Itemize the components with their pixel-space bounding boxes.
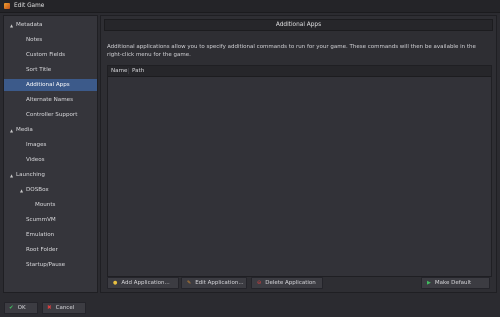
sidebar-item-images[interactable]: Images: [26, 139, 46, 151]
button-label: OK: [17, 305, 26, 311]
title-bar: Edit Game: [0, 0, 500, 13]
column-header-name[interactable]: Name: [108, 68, 129, 74]
sidebar-item-label: Controller Support: [26, 112, 78, 118]
delete-icon: ⊖: [257, 280, 262, 286]
sidebar-item-notes[interactable]: Notes: [26, 34, 42, 46]
apps-table[interactable]: Name Path: [107, 65, 492, 277]
expand-triangle-icon[interactable]: ▲: [7, 173, 16, 178]
description-text: Additional applications allow you to spe…: [107, 44, 476, 58]
section-header: Additional Apps: [104, 19, 493, 31]
make-default-button[interactable]: ▶ Make Default: [421, 277, 490, 289]
sidebar-item-scummvm[interactable]: ScummVM: [26, 214, 56, 226]
sidebar-item-label: Launching: [16, 172, 45, 178]
window-title: Edit Game: [14, 3, 45, 9]
sidebar-item-label: Alternate Names: [26, 97, 74, 103]
expand-triangle-icon[interactable]: ▲: [7, 23, 16, 28]
sidebar-item-label: Mounts: [35, 202, 56, 208]
button-label: Cancel: [55, 305, 75, 311]
sidebar-item-alternate-names[interactable]: Alternate Names: [26, 94, 73, 106]
sidebar-item-mounts[interactable]: Mounts: [35, 199, 55, 211]
close-icon: ✖: [47, 305, 52, 311]
additional-apps-panel: Additional Apps Additional applications …: [100, 15, 497, 293]
sidebar-item-controller-support[interactable]: Controller Support: [26, 109, 77, 121]
button-label: Add Application...: [121, 280, 170, 286]
sidebar-item-custom-fields[interactable]: Custom Fields: [26, 49, 65, 61]
sidebar-item-startup-pause[interactable]: Startup/Pause: [26, 259, 65, 271]
sidebar-item-label: DOSBox: [26, 187, 49, 193]
section-title: Additional Apps: [275, 22, 322, 28]
expand-triangle-icon[interactable]: ▲: [7, 128, 16, 133]
button-label: Edit Application...: [195, 280, 244, 286]
sidebar-item-metadata[interactable]: ▲ Metadata: [7, 19, 43, 31]
sidebar-item-launching[interactable]: ▲ Launching: [7, 169, 45, 181]
cancel-button[interactable]: ✖ Cancel: [42, 302, 86, 314]
sidebar-item-label: Custom Fields: [26, 52, 66, 58]
sidebar-item-videos[interactable]: Videos: [26, 154, 45, 166]
add-icon: ●: [113, 280, 118, 286]
sidebar-item-label: Metadata: [16, 22, 43, 28]
button-label: Delete Application: [265, 280, 316, 286]
sidebar-item-label: Startup/Pause: [26, 262, 66, 268]
sidebar-item-label: Videos: [26, 157, 45, 163]
sidebar-item-label: Media: [16, 127, 33, 133]
sidebar-item-root-folder[interactable]: Root Folder: [26, 244, 58, 256]
sidebar-item-label: Root Folder: [26, 247, 58, 253]
sidebar-item-media[interactable]: ▲ Media: [7, 124, 33, 136]
sidebar-item-label: Sort Title: [26, 67, 52, 73]
sidebar-item-label: Additional Apps: [26, 82, 70, 88]
add-application-button[interactable]: ● Add Application...: [107, 277, 179, 289]
edit-application-button[interactable]: ✎ Edit Application...: [181, 277, 247, 289]
expand-triangle-icon[interactable]: ▲: [17, 188, 26, 193]
sidebar-item-emulation[interactable]: Emulation: [26, 229, 54, 241]
play-icon: ▶: [427, 280, 431, 286]
delete-application-button[interactable]: ⊖ Delete Application: [251, 277, 323, 289]
sidebar-item-sort-title[interactable]: Sort Title: [26, 64, 51, 76]
column-header-path[interactable]: Path: [129, 68, 144, 74]
sidebar-item-dosbox[interactable]: ▲ DOSBox: [17, 184, 49, 196]
ok-button[interactable]: ✔ OK: [4, 302, 38, 314]
app-logo-icon: [4, 3, 10, 9]
sidebar-item-additional-apps[interactable]: Additional Apps: [4, 79, 97, 91]
sidebar-item-label: Notes: [26, 37, 43, 43]
button-label: Make Default: [434, 280, 472, 286]
table-header: Name Path: [108, 66, 491, 77]
check-icon: ✔: [9, 305, 14, 311]
sidebar-item-label: Emulation: [26, 232, 55, 238]
pencil-icon: ✎: [187, 280, 192, 286]
sidebar-item-label: Images: [26, 142, 47, 148]
sidebar-item-label: ScummVM: [26, 217, 56, 223]
sidebar-tree: ▲ Metadata Notes Custom Fields Sort Titl…: [3, 15, 98, 293]
